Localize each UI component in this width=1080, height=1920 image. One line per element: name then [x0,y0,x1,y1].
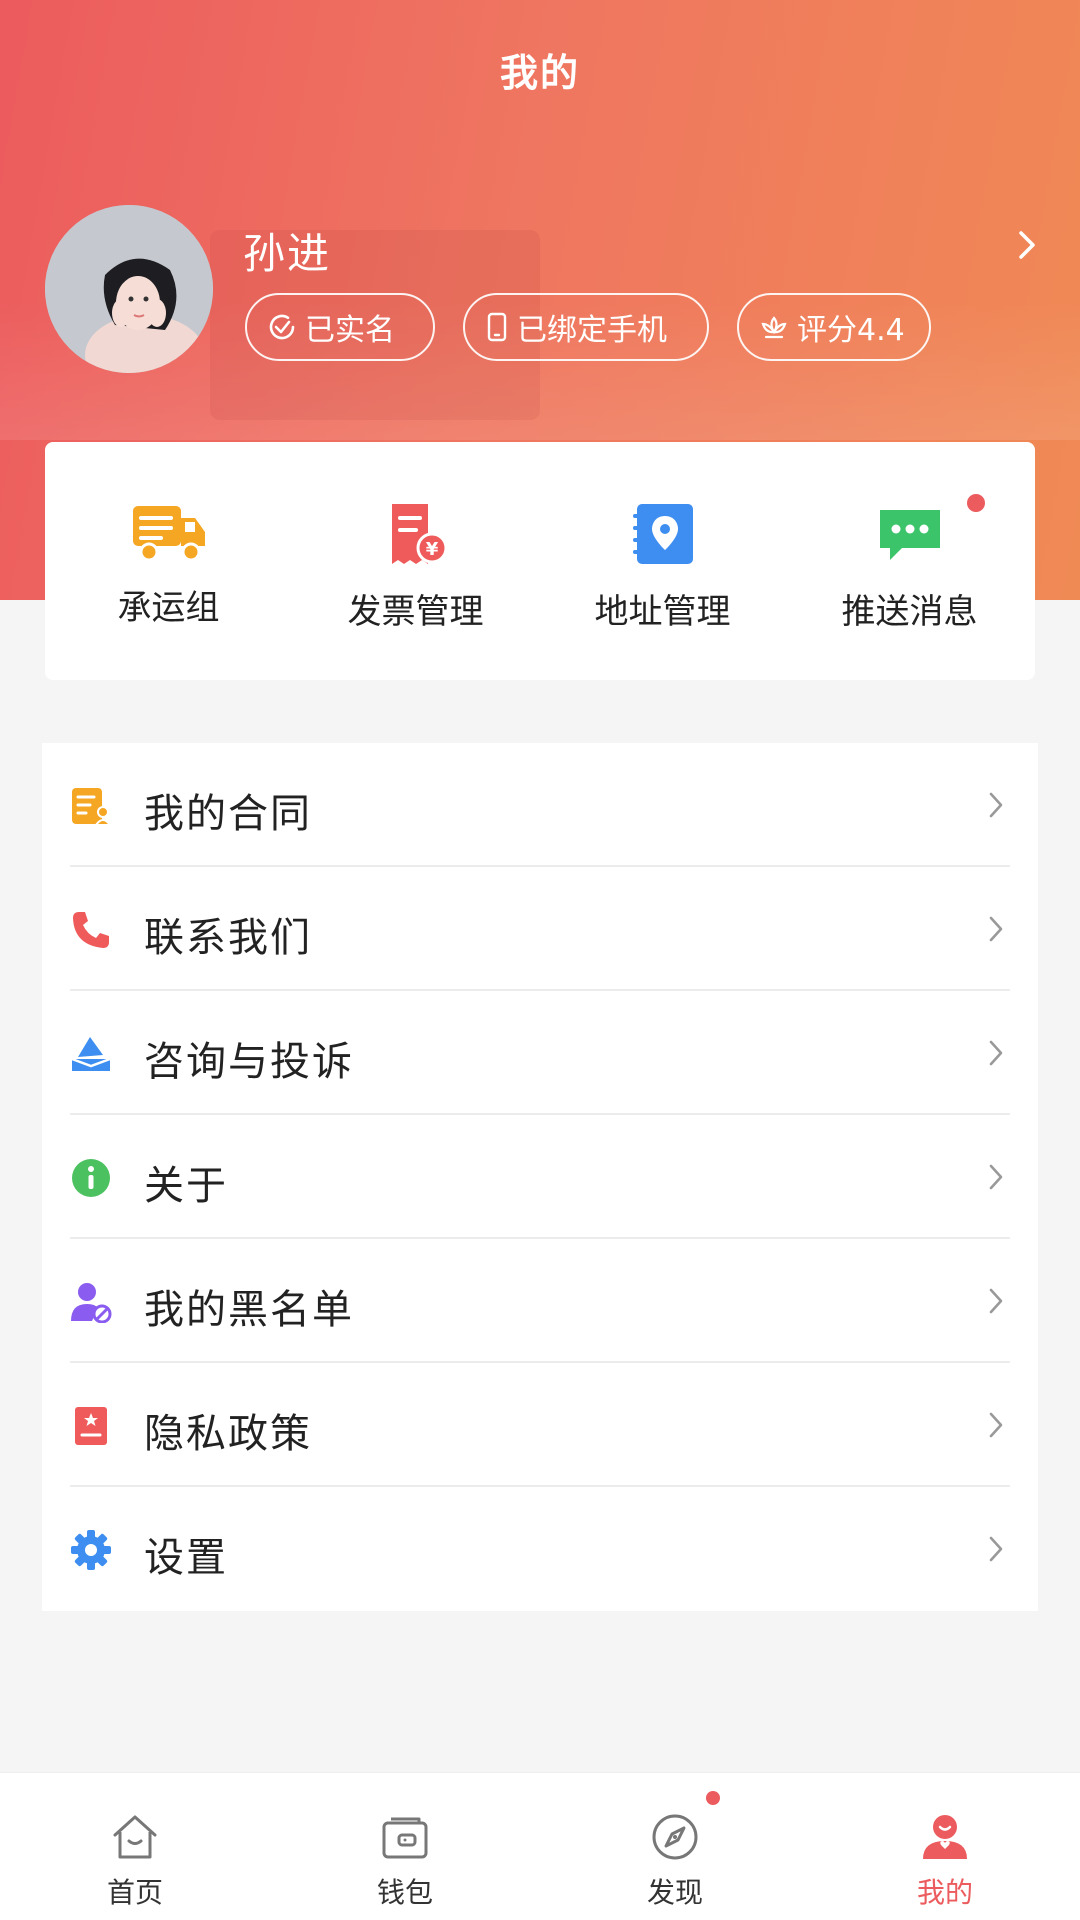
user-icon [923,1815,967,1859]
tab-wallet[interactable]: 钱包 [270,1773,540,1920]
info-icon [72,1159,110,1197]
menu-list: 我的合同 联系我们 咨询与投诉 关于 我的黑名单 隐私政策 设置 [42,743,1038,1611]
gear-icon [71,1530,111,1570]
lotus-icon [761,316,787,339]
quick-action-label: 承运组 [117,588,220,628]
badge-phone-bound[interactable]: 已绑定手机 [463,293,709,361]
menu-item-label: 隐私政策 [144,1411,312,1457]
chevron-right-icon [989,1288,1003,1314]
quick-action-carrier-group[interactable]: 承运组 [45,442,292,680]
page-title: 我的 [499,51,580,95]
wallet-icon [382,1817,428,1859]
truck-icon [132,506,205,562]
menu-item-label: 我的黑名单 [144,1287,354,1333]
menu-item-about[interactable]: 关于 [42,1115,1038,1239]
notification-dot [706,1791,720,1805]
tab-label: 钱包 [376,1876,433,1909]
badge-label: 评分4.4 [797,313,905,348]
contract-icon [72,788,112,826]
home-icon [113,1815,157,1859]
chevron-right-icon [989,1412,1003,1438]
chevron-right-icon [989,1536,1003,1562]
quick-action-push-messages[interactable]: 推送消息 [786,442,1033,680]
tab-label: 首页 [106,1876,163,1909]
quick-action-address[interactable]: 地址管理 [539,442,786,680]
chevron-right-icon [989,1164,1003,1190]
tab-label: 我的 [916,1876,973,1909]
menu-item-settings[interactable]: 设置 [42,1487,1038,1611]
quick-actions-card: 承运组 ¥ 发票管理 地址管理 推送消息 [45,442,1035,680]
menu-item-label: 联系我们 [144,915,312,961]
menu-item-label: 设置 [144,1535,228,1581]
chevron-right-icon [989,1040,1003,1066]
privacy-book-icon [75,1407,107,1445]
tab-mine[interactable]: 我的 [810,1773,1080,1920]
tab-discover[interactable]: 发现 [540,1773,810,1920]
quick-action-label: 发票管理 [347,592,484,632]
avatar-image [45,205,213,373]
message-icon [879,510,940,560]
menu-item-blacklist[interactable]: 我的黑名单 [42,1239,1038,1363]
phone-icon [487,312,507,342]
quick-action-label: 推送消息 [841,592,978,632]
compass-icon [652,1814,698,1860]
menu-item-label: 我的合同 [144,791,312,837]
avatar[interactable] [45,205,213,373]
badge-rating[interactable]: 评分4.4 [737,293,931,361]
badge-label: 已实名 [305,313,395,348]
tab-label: 发现 [646,1876,703,1909]
menu-item-consult-complaint[interactable]: 咨询与投诉 [42,991,1038,1115]
notification-dot [967,494,985,512]
quick-action-invoice[interactable]: ¥ 发票管理 [292,442,539,680]
badge-label: 已绑定手机 [517,313,667,348]
menu-item-label: 咨询与投诉 [144,1039,354,1085]
menu-item-label: 关于 [144,1163,228,1209]
tab-home[interactable]: 首页 [0,1773,270,1920]
menu-item-contracts[interactable]: 我的合同 [42,743,1038,867]
invoice-icon: ¥ [391,504,447,564]
location-book-icon [632,504,693,564]
menu-item-contact-us[interactable]: 联系我们 [42,867,1038,991]
blocked-user-icon [71,1283,112,1323]
bottom-tab-bar: 首页 钱包 发现 我的 [0,1772,1080,1920]
chevron-right-icon [989,916,1003,942]
user-name[interactable]: 孙进 [243,220,331,281]
chevron-right-icon [989,792,1003,818]
envelope-icon [71,1037,111,1071]
menu-item-privacy-policy[interactable]: 隐私政策 [42,1363,1038,1487]
phone-call-icon [73,912,109,948]
svg-text:¥: ¥ [425,539,438,560]
chevron-right-icon[interactable] [1012,227,1042,263]
badge-verified[interactable]: 已实名 [245,293,435,361]
check-circle-icon [269,314,295,340]
quick-action-label: 地址管理 [594,592,731,632]
